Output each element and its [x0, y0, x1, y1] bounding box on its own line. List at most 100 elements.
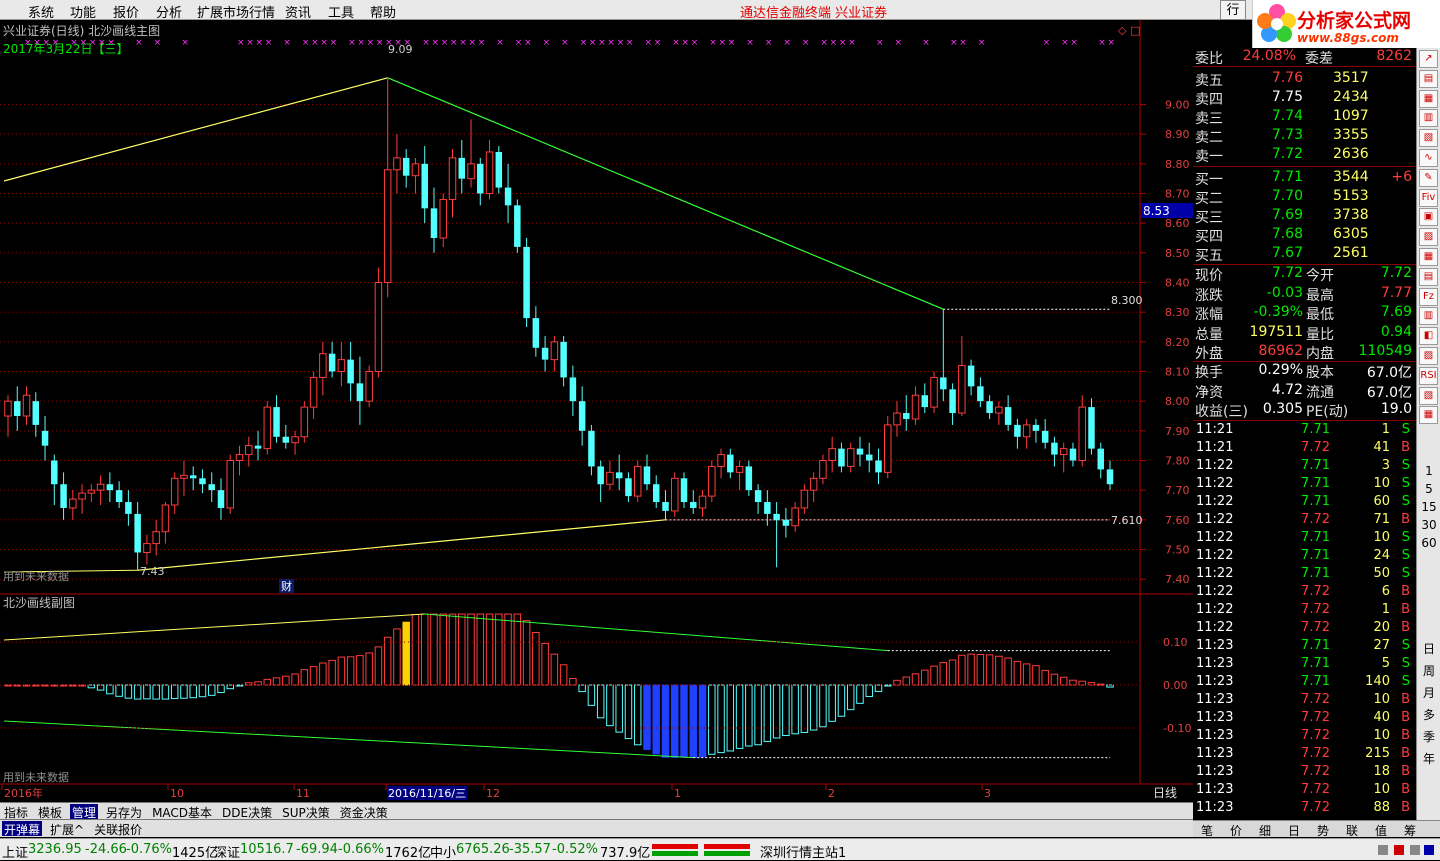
- bottom-tab[interactable]: 指标: [2, 804, 30, 820]
- ask-row[interactable]: 卖五 7.76 3517: [1193, 70, 1416, 89]
- period-button[interactable]: 月: [1419, 684, 1439, 701]
- period-button[interactable]: 周: [1419, 662, 1439, 679]
- quote-tab[interactable]: 日: [1288, 822, 1300, 839]
- tick-row[interactable]: 11:22 7.72 20 B: [1193, 620, 1416, 638]
- tick-row[interactable]: 11:22 7.71 3 S: [1193, 458, 1416, 476]
- fund-row[interactable]: 换手 0.29% 股本 67.0亿: [1193, 362, 1416, 381]
- tick-row[interactable]: 11:23 7.72 40 B: [1193, 710, 1416, 728]
- ask-row[interactable]: 卖四 7.75 2434: [1193, 89, 1416, 108]
- tick-row[interactable]: 11:22 7.71 50 S: [1193, 566, 1416, 584]
- panel-controls-icon[interactable]: ◇ □: [1118, 24, 1140, 37]
- menu-item-tools[interactable]: 工具: [328, 2, 354, 21]
- bottom-tab[interactable]: MACD基本: [150, 804, 214, 820]
- minute-period-button[interactable]: 60: [1419, 536, 1439, 550]
- menu-item-extended-market[interactable]: 扩展市场行情: [197, 2, 275, 21]
- stat-row[interactable]: 涨跌 -0.03 最高 7.77: [1193, 285, 1416, 304]
- menu-item-quote[interactable]: 报价: [113, 2, 139, 21]
- bid-row[interactable]: 买五 7.67 2561: [1193, 245, 1416, 264]
- tick-row[interactable]: 11:22 7.71 60 S: [1193, 494, 1416, 512]
- bid-row[interactable]: 买四 7.68 6305: [1193, 226, 1416, 245]
- quote-tab[interactable]: 筹: [1404, 822, 1416, 839]
- tick-row[interactable]: 11:22 7.72 1 B: [1193, 602, 1416, 620]
- tick-row[interactable]: 11:23 7.71 27 S: [1193, 638, 1416, 656]
- fund-row[interactable]: 收益(三) 0.305 PE(动) 19.0: [1193, 401, 1416, 420]
- sme-index-value[interactable]: 6765.26: [456, 842, 510, 857]
- period-button[interactable]: 日: [1419, 640, 1439, 657]
- toolbar-tool-icon[interactable]: ▨: [1419, 228, 1438, 247]
- toolbar-tool-icon[interactable]: ▨: [1419, 347, 1438, 365]
- toolbar-tool-icon[interactable]: ▦: [1419, 406, 1438, 425]
- tick-row[interactable]: 11:23 7.72 10 B: [1193, 782, 1416, 800]
- bottom-tab[interactable]: 另存为: [104, 804, 144, 820]
- quote-tab[interactable]: 笔: [1201, 822, 1213, 839]
- toolbar-tool-icon[interactable]: ▥: [1419, 109, 1438, 128]
- toolbar-tool-icon[interactable]: ▤: [1419, 267, 1438, 286]
- bottom-tab[interactable]: 关联报价: [92, 821, 144, 837]
- quote-tab[interactable]: 值: [1375, 822, 1387, 839]
- ask-row[interactable]: 卖一 7.72 2636: [1193, 146, 1416, 165]
- toolbar-tool-icon[interactable]: ▧: [1419, 386, 1438, 405]
- toolbar-tool-icon[interactable]: Fiv: [1419, 188, 1438, 207]
- period-button[interactable]: 季: [1419, 728, 1439, 745]
- toolbar-tool-icon[interactable]: ▤: [1419, 69, 1438, 88]
- menu-item-system[interactable]: 系统: [28, 2, 54, 21]
- ratio-row[interactable]: 委比 24.08% 委差 8262: [1193, 48, 1416, 67]
- toolbar-tool-icon[interactable]: ▦: [1419, 248, 1438, 266]
- period-button[interactable]: 年: [1419, 750, 1439, 767]
- tick-row[interactable]: 11:22 7.71 10 S: [1193, 476, 1416, 494]
- tick-row[interactable]: 11:22 7.71 24 S: [1193, 548, 1416, 566]
- tick-row[interactable]: 11:23 7.72 10 B: [1193, 692, 1416, 710]
- toolbar-tool-icon[interactable]: ↗: [1419, 50, 1438, 68]
- kline-chart-area[interactable]: 兴业证券(日线) 北沙画线主图 2017年3月22日【三】 ◇ □ × × × × × ×…: [0, 20, 1193, 802]
- tick-row[interactable]: 11:23 7.72 215 B: [1193, 746, 1416, 764]
- tick-row[interactable]: 11:21 7.71 1 S: [1193, 422, 1416, 440]
- minute-period-button[interactable]: 30: [1419, 518, 1439, 532]
- sz-index-value[interactable]: 10516.7: [240, 842, 294, 857]
- minute-period-button[interactable]: 1: [1419, 464, 1439, 478]
- toolbar-tool-icon[interactable]: Fz: [1419, 287, 1438, 306]
- stat-row[interactable]: 现价 7.72 今开 7.72: [1193, 265, 1416, 284]
- sh-index-value[interactable]: 3236.95: [28, 842, 82, 857]
- toolbar-tool-icon[interactable]: RSI: [1419, 366, 1438, 385]
- station-label[interactable]: 深圳行情主站1: [760, 842, 846, 861]
- toolbar-tool-icon[interactable]: ▧: [1419, 129, 1438, 148]
- menu-item-news[interactable]: 资讯: [285, 2, 311, 21]
- bottom-tab[interactable]: SUP决策: [280, 804, 332, 820]
- toolbar-tool-icon[interactable]: ◧: [1419, 327, 1438, 346]
- stat-row[interactable]: 涨幅 -0.39% 最低 7.69: [1193, 304, 1416, 323]
- fund-row[interactable]: 净资 4.72 流通 67.0亿: [1193, 382, 1416, 401]
- tick-row[interactable]: 11:23 7.71 140 S: [1193, 674, 1416, 692]
- tick-row[interactable]: 11:23 7.72 88 B: [1193, 800, 1416, 818]
- bottom-tab[interactable]: 模板: [36, 804, 64, 820]
- bottom-tab[interactable]: 管理: [70, 804, 99, 820]
- period-button[interactable]: 多: [1419, 706, 1439, 723]
- period-label[interactable]: 日线: [1153, 786, 1177, 800]
- bid-row[interactable]: 买二 7.70 5153: [1193, 188, 1416, 207]
- ask-row[interactable]: 卖三 7.74 1097: [1193, 108, 1416, 127]
- menu-item-analysis[interactable]: 分析: [156, 2, 182, 21]
- toolbar-tool-icon[interactable]: ▦: [1419, 89, 1438, 108]
- tick-row[interactable]: 11:23 7.71 5 S: [1193, 656, 1416, 674]
- tick-row[interactable]: 11:21 7.72 41 B: [1193, 440, 1416, 458]
- toolbar-tool-icon[interactable]: ▣: [1419, 208, 1438, 227]
- bottom-tab[interactable]: 扩展^: [48, 821, 86, 837]
- market-tab[interactable]: 行: [1220, 0, 1246, 20]
- toolbar-tool-icon[interactable]: ▥: [1419, 307, 1438, 326]
- tick-row[interactable]: 11:22 7.72 71 B: [1193, 512, 1416, 530]
- bid-row[interactable]: 买一 7.71 3544 +6: [1193, 169, 1416, 188]
- menu-item-function[interactable]: 功能: [70, 2, 96, 21]
- bid-row[interactable]: 买三 7.69 3738: [1193, 207, 1416, 226]
- quote-tab[interactable]: 联: [1346, 822, 1358, 839]
- menu-item-help[interactable]: 帮助: [370, 2, 396, 21]
- quote-tab[interactable]: 细: [1259, 822, 1271, 839]
- bottom-tab[interactable]: 开弹幕: [2, 821, 43, 837]
- toolbar-tool-icon[interactable]: ∿: [1419, 149, 1438, 167]
- stat-row[interactable]: 总量 197511 量比 0.94: [1193, 324, 1416, 343]
- minute-period-button[interactable]: 15: [1419, 500, 1439, 514]
- minute-period-button[interactable]: 5: [1419, 482, 1439, 496]
- tick-row[interactable]: 11:23 7.72 18 B: [1193, 764, 1416, 782]
- stat-row[interactable]: 外盘 86962 内盘 110549: [1193, 343, 1416, 362]
- tick-row[interactable]: 11:22 7.72 6 B: [1193, 584, 1416, 602]
- bottom-tab[interactable]: DDE决策: [220, 804, 274, 820]
- tick-row[interactable]: 11:22 7.71 10 S: [1193, 530, 1416, 548]
